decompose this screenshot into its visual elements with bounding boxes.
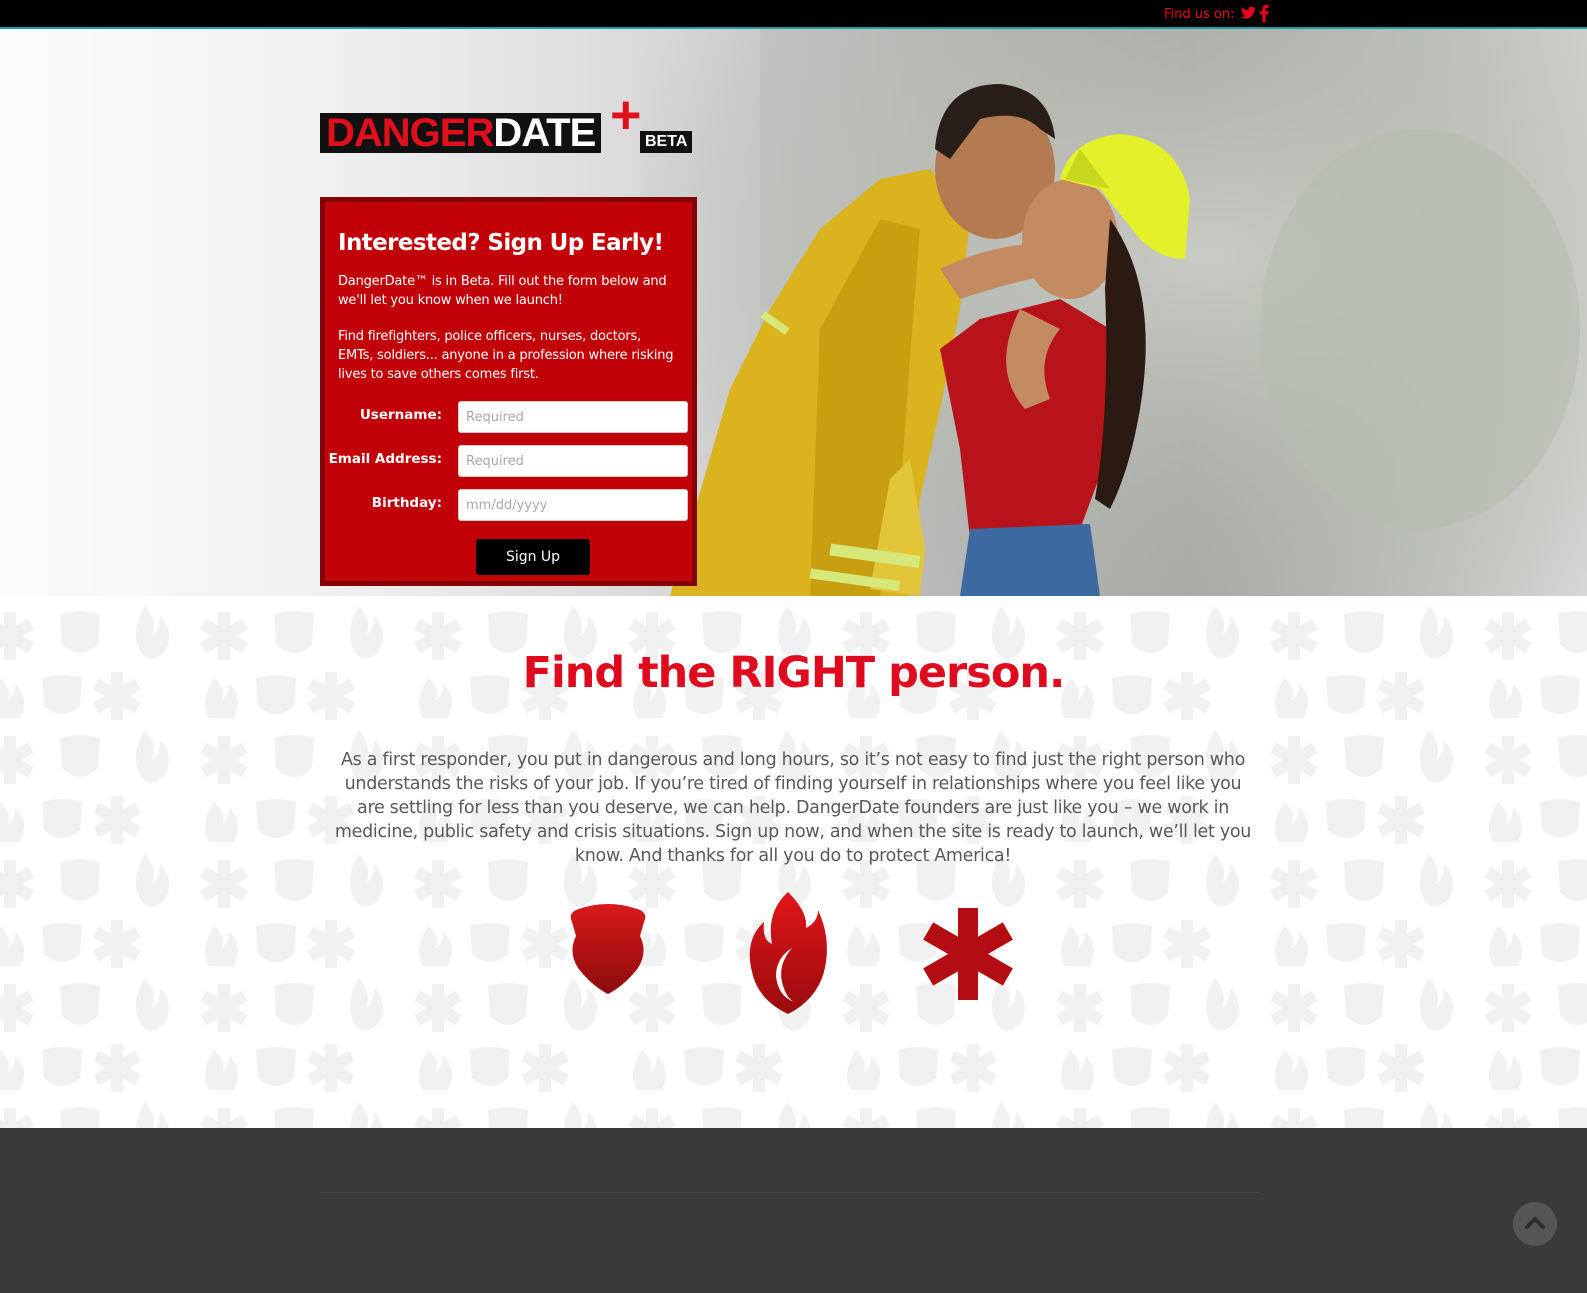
email-input[interactable] [458,445,688,477]
section-heading: Find the RIGHT person. [522,648,1066,698]
username-input[interactable] [458,401,688,433]
sign-up-button[interactable]: Sign Up [476,539,590,575]
email-label: Email Address: [328,451,442,467]
chevron-up-icon [1525,1217,1545,1229]
username-label: Username: [359,407,442,423]
footer [0,1128,1587,1293]
signup-description: Find firefighters, police officers, nurs… [338,329,674,382]
logo-plus-mark: + [610,85,642,145]
police-badge-icon [570,904,646,994]
back-to-top-button[interactable] [1513,1202,1557,1246]
signup-heading: Interested? Sign Up Early! [338,230,664,256]
logo-date-text: DATE [493,111,596,155]
signup-intro: DangerDate™ is in Beta. Fill out the for… [338,274,667,308]
birthday-row: Birthday: [338,489,688,533]
signup-panel: Interested? Sign Up Early! DangerDate™ i… [320,197,697,586]
fire-icon [749,892,827,1014]
about-section: Find the RIGHT person. As a first respon… [0,596,1587,1128]
email-row: Email Address: [329,445,688,489]
dangerdate-logo[interactable]: DANGERDATE + BETA [320,88,698,155]
section-body-text: As a first responder, you put in dangero… [334,750,1252,866]
footer-divider [320,1192,1260,1193]
logo-wordmark: DANGERDATE [320,111,602,155]
find-us-label: Find us on: [1164,7,1235,22]
twitter-icon[interactable] [1240,5,1257,21]
facebook-icon[interactable] [1259,5,1269,22]
hero-couple-photo [640,29,1587,596]
logo-danger-text: DANGER [326,111,494,155]
beta-badge: BETA [640,131,693,153]
username-row: Username: [338,401,688,445]
birthday-input[interactable] [458,489,688,521]
signup-form: Username: Email Address: Birthday: [329,401,688,533]
birthday-label: Birthday: [371,495,442,511]
hero-banner: DANGERDATE + BETA Interested? Sign Up Ea… [0,29,1587,596]
top-bar: Find us on: [0,0,1587,29]
star-of-life-icon [923,908,1013,1000]
